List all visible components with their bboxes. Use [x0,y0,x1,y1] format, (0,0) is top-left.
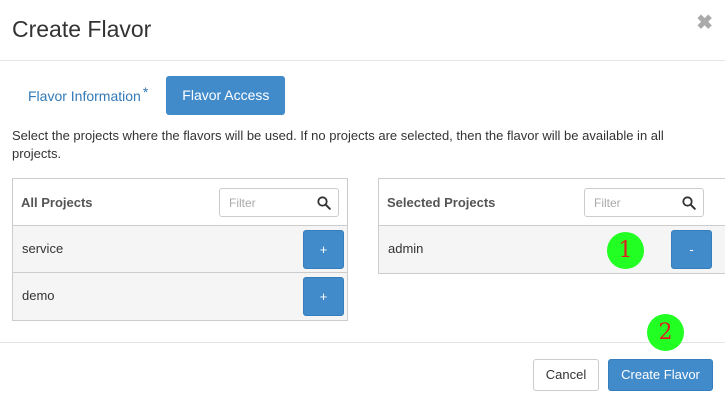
add-project-button[interactable]: + [303,277,344,316]
dialog-footer: Cancel Create Flavor [0,342,725,404]
search-icon[interactable] [317,196,331,210]
tab-flavor-information-label: Flavor Information [28,87,141,104]
selected-projects-title: Selected Projects [387,195,496,210]
cancel-button[interactable]: Cancel [533,359,599,391]
selected-projects-header: Selected Projects [379,179,725,226]
tab-bar: Flavor Information * Flavor Access [16,76,286,115]
all-projects-panel: All Projects service + demo + [12,178,348,321]
all-projects-title: All Projects [21,195,93,210]
selected-projects-filter-input[interactable] [585,189,675,216]
selected-projects-filter [584,188,704,217]
flavor-access-description: Select the projects where the flavors wi… [12,128,664,161]
create-flavor-dialog: Create Flavor ✖ Flavor Information * Flav… [0,0,725,404]
dialog-header: Create Flavor ✖ [0,0,725,61]
all-projects-filter-input[interactable] [220,189,310,216]
all-projects-header: All Projects [13,179,347,226]
required-marker: * [142,83,149,100]
dialog-title: Create Flavor [12,16,152,42]
search-icon[interactable] [682,196,696,210]
create-flavor-button[interactable]: Create Flavor [608,359,713,391]
tab-flavor-information[interactable]: Flavor Information * [16,77,160,115]
project-name: demo [22,288,55,303]
project-row-service: service + [13,226,347,273]
project-row-demo: demo + [13,273,347,320]
project-row-admin: admin - [379,226,725,273]
add-project-button[interactable]: + [303,230,344,269]
all-projects-filter [219,188,339,217]
selected-projects-panel: Selected Projects admin - [378,178,725,274]
annotation-marker-1: 1 [607,232,644,269]
remove-project-button[interactable]: - [671,230,712,269]
tab-flavor-access[interactable]: Flavor Access [166,76,286,115]
close-icon[interactable]: ✖ [696,10,713,35]
annotation-marker-2: 2 [647,314,684,351]
project-name: service [22,241,64,256]
project-name: admin [388,241,424,256]
